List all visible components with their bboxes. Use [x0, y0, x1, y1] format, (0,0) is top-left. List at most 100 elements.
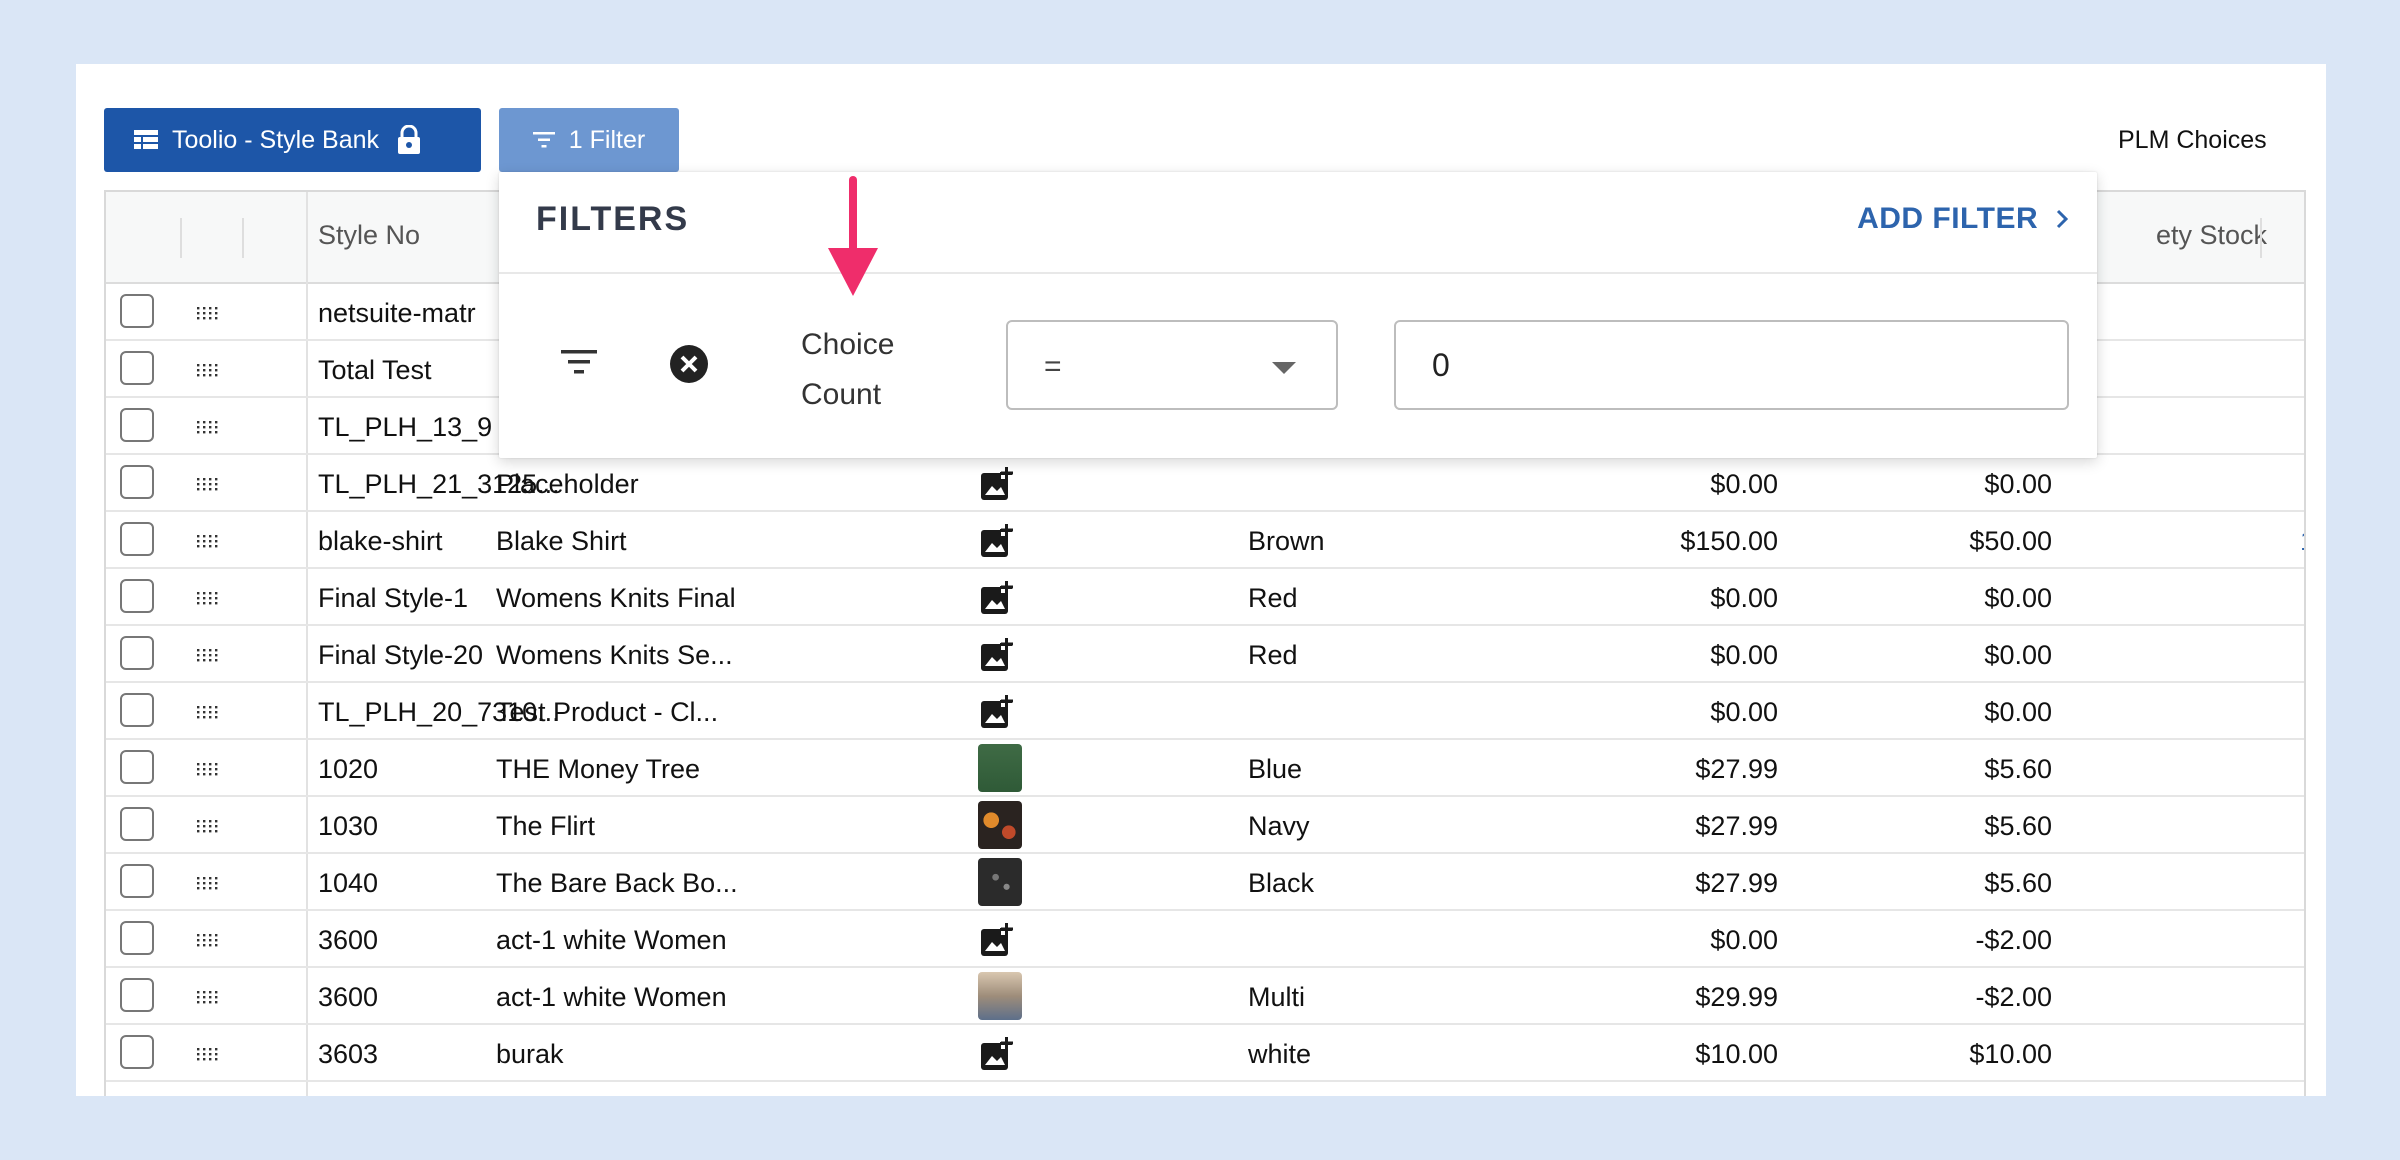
table-icon [134, 130, 158, 149]
cell-name: Womens Knits Final [496, 583, 736, 613]
row-checkbox[interactable] [120, 864, 154, 898]
lock-icon [398, 125, 421, 154]
row-checkbox[interactable] [120, 978, 154, 1012]
filters-header: FILTERS ADD FILTER [499, 172, 2097, 274]
row-checkbox[interactable] [120, 1035, 154, 1069]
cell-price: $27.99 [1695, 811, 1778, 841]
green-shorts-thumbnail[interactable] [978, 744, 1022, 792]
drag-handle-icon[interactable] [196, 762, 220, 776]
filter-field-line-1: Choice [801, 328, 895, 361]
cell-color: Red [1248, 583, 1298, 613]
cell-cost: $0.00 [1984, 640, 2052, 670]
add-image-icon[interactable] [980, 1037, 1014, 1071]
drag-handle-icon[interactable] [196, 648, 220, 662]
cell-color: Brown [1248, 526, 1325, 556]
filter-icon [532, 132, 555, 148]
cell-cost: $0.00 [1984, 697, 2052, 727]
apparel-thumbnail[interactable] [978, 972, 1022, 1020]
row-checkbox[interactable] [120, 465, 154, 499]
drag-handle-icon[interactable] [196, 990, 220, 1004]
chevron-down-icon [1272, 362, 1296, 374]
row-checkbox[interactable] [120, 522, 154, 556]
cell-price: $150.00 [1680, 526, 1778, 556]
cell-name: act-1 white Women [496, 982, 727, 1012]
cell-cost: $0.00 [1984, 583, 2052, 613]
style-bank-button[interactable]: Toolio - Style Bank [104, 108, 481, 172]
operator-select[interactable]: = [1006, 320, 1338, 410]
cell-safety[interactable]: 13 [2166, 526, 2304, 557]
table-row[interactable]: TL_PLH_20_7310... Test Product - Cl... $0.… [106, 683, 2304, 740]
row-checkbox[interactable] [120, 408, 154, 442]
drag-handle-icon[interactable] [196, 534, 220, 548]
cell-price: $0.00 [1710, 583, 1778, 613]
cell-price: $0.00 [1710, 925, 1778, 955]
patterned-shorts-thumbnail[interactable] [978, 801, 1022, 849]
table-row[interactable]: 3603 burak white $10.00 $10.00 [106, 1025, 2304, 1082]
row-checkbox[interactable] [120, 579, 154, 613]
cell-style-no: 3600 [318, 925, 379, 955]
remove-filter-icon[interactable] [669, 344, 709, 384]
table-row[interactable]: TL_PLH_21_3125... Placeholder $0.00 $0.00 [106, 455, 2304, 512]
table-row[interactable]: Final Style-1 Womens Knits Final Red $0.00 $… [106, 569, 2304, 626]
cell-style-no: Final Style-1 [318, 583, 469, 613]
row-checkbox[interactable] [120, 351, 154, 385]
annotation-arrow-icon [828, 176, 878, 296]
cell-safety[interactable]: 3 [2166, 982, 2304, 1013]
cell-name: Placeholder [496, 469, 639, 499]
table-row[interactable]: blake-shirt Blake Shirt Brown $150.00 $50.00… [106, 512, 2304, 569]
cell-style-no: 1040 [318, 868, 379, 898]
table-row[interactable]: Final Style-20 Womens Knits Se... Red $0.00… [106, 626, 2304, 683]
table-row[interactable]: 1020 THE Money Tree Blue $27.99 $5.60 [106, 740, 2304, 797]
drag-handle-icon[interactable] [196, 1047, 220, 1061]
add-image-icon[interactable] [980, 923, 1014, 957]
add-image-icon[interactable] [980, 524, 1014, 558]
drag-handle-icon[interactable] [196, 306, 220, 320]
drag-handle-icon[interactable] [196, 591, 220, 605]
drag-handle-icon[interactable] [196, 420, 220, 434]
table-row[interactable]: 1040 The Bare Back Bo... Black $27.99 $5.60 [106, 854, 2304, 911]
cell-name: act-1 white Women [496, 925, 727, 955]
cell-price: $0.00 [1710, 640, 1778, 670]
header-safety-stock[interactable]: ety Stock [2156, 220, 2267, 251]
filter-field-line-2: Count [801, 378, 882, 411]
row-checkbox[interactable] [120, 294, 154, 328]
style-bank-label: Toolio - Style Bank [172, 125, 380, 154]
filter-value-input[interactable] [1394, 320, 2069, 410]
drag-handle-icon[interactable] [196, 876, 220, 890]
add-image-icon[interactable] [980, 581, 1014, 615]
cell-style-no: 1020 [318, 754, 379, 784]
black-shorts-thumbnail[interactable] [978, 858, 1022, 906]
table-row[interactable]: 3600 act-1 white Women $0.00 -$2.00 [106, 911, 2304, 968]
add-image-icon[interactable] [980, 467, 1014, 501]
cell-cost: $50.00 [1969, 526, 2052, 556]
filter-button-label: 1 Filter [568, 125, 646, 154]
drag-handle-icon[interactable] [196, 705, 220, 719]
cell-color: Multi [1248, 982, 1306, 1012]
table-row[interactable]: 1030 The Flirt Navy $27.99 $5.60 [106, 797, 2304, 854]
table-row[interactable]: 3600 act-1 white Women Multi $29.99 -$2.00 3 [106, 968, 2304, 1025]
drag-handle-icon[interactable] [196, 477, 220, 491]
cell-price: $27.99 [1695, 868, 1778, 898]
header-style-no[interactable]: Style No [318, 220, 420, 251]
row-checkbox[interactable] [120, 636, 154, 670]
cell-cost: $10.00 [1969, 1039, 2052, 1069]
drag-handle-icon[interactable] [196, 819, 220, 833]
cell-name: Blake Shirt [496, 526, 627, 556]
cell-color: Blue [1248, 754, 1303, 784]
add-image-icon[interactable] [980, 695, 1014, 729]
plm-choices-label[interactable]: PLM Choices [2118, 126, 2267, 155]
row-checkbox[interactable] [120, 750, 154, 784]
row-checkbox[interactable] [120, 807, 154, 841]
drag-handle-icon[interactable] [196, 933, 220, 947]
drag-handle-icon[interactable] [196, 363, 220, 377]
add-image-icon[interactable] [980, 638, 1014, 672]
filter-button[interactable]: 1 Filter [499, 108, 679, 172]
cell-cost: $5.60 [1984, 868, 2052, 898]
cell-cost: $5.60 [1984, 811, 2052, 841]
row-checkbox[interactable] [120, 693, 154, 727]
add-filter-button[interactable]: ADD FILTER [1857, 202, 2069, 236]
cell-name: Test Product - Cl... [496, 697, 719, 727]
add-filter-label: ADD FILTER [1857, 202, 2039, 235]
row-checkbox[interactable] [120, 921, 154, 955]
header-separator [2260, 218, 2262, 258]
